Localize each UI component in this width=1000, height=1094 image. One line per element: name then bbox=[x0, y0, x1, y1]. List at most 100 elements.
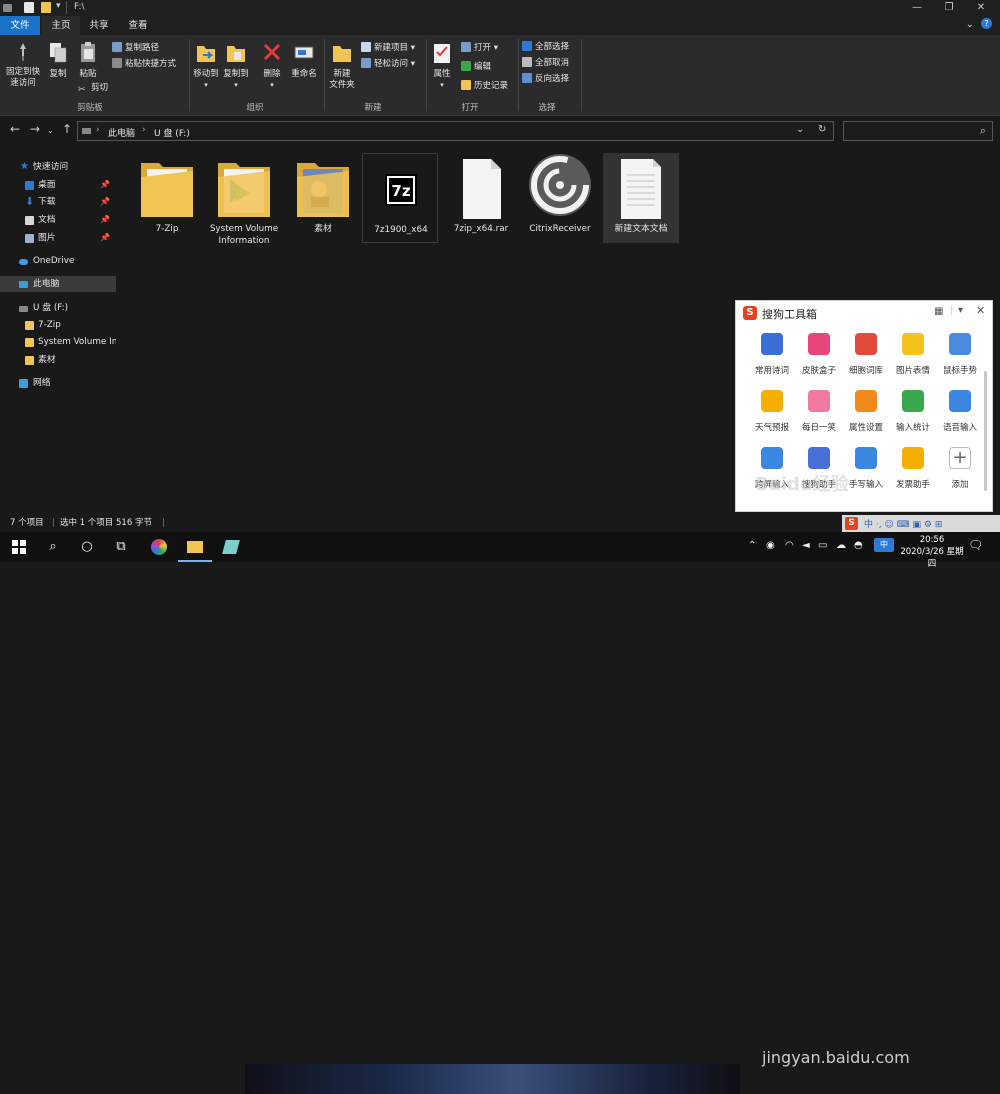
close-button[interactable]: ✕ bbox=[966, 0, 996, 16]
ime-mode-icons[interactable]: 中 ·, ☺ ⌨ ▣ ⚙ ⊞ bbox=[864, 517, 942, 530]
rename-button[interactable]: 重命名 bbox=[288, 39, 320, 80]
tab-home[interactable]: 主页 bbox=[42, 16, 80, 35]
start-button[interactable] bbox=[2, 532, 36, 562]
quick-access-dropdown-icon[interactable]: ▾ bbox=[56, 1, 61, 11]
dropdown-icon[interactable]: ▾ bbox=[958, 305, 963, 316]
invert-selection-button[interactable]: 反向选择 bbox=[522, 73, 569, 85]
sogou-tool-7[interactable]: 属性设置 bbox=[844, 390, 888, 440]
copy-to-button[interactable]: 复制到 ▾ bbox=[221, 39, 251, 91]
select-none-button[interactable]: 全部取消 bbox=[522, 57, 569, 69]
move-to-button[interactable]: 移动到 ▾ bbox=[191, 39, 221, 91]
pin-icon[interactable]: 📌 bbox=[100, 212, 110, 228]
wifi-icon[interactable]: ◠ bbox=[785, 540, 794, 551]
cortana-button[interactable]: ○ bbox=[70, 532, 104, 562]
history-button[interactable]: 历史记录 bbox=[461, 80, 508, 92]
copy-button[interactable]: 复制 bbox=[45, 39, 71, 80]
cut-button[interactable]: ✂ 剪切 bbox=[78, 83, 108, 95]
forward-icon[interactable]: → bbox=[30, 122, 40, 136]
cloud-icon[interactable]: ☁ bbox=[836, 540, 846, 551]
file-item[interactable]: 素材 bbox=[285, 153, 361, 243]
folder-quick-icon[interactable] bbox=[41, 2, 51, 13]
nav-this-pc[interactable]: 此电脑 bbox=[0, 276, 116, 292]
action-center-icon[interactable]: 🗨 bbox=[968, 538, 983, 552]
ime-status-bar[interactable]: S 中 ·, ☺ ⌨ ▣ ⚙ ⊞ bbox=[842, 515, 1000, 532]
sogou-scrollbar[interactable] bbox=[984, 371, 987, 491]
task-view-button[interactable]: ⧉ bbox=[104, 532, 138, 562]
chrome-tray-icon[interactable]: ◉ bbox=[766, 540, 775, 551]
up-icon[interactable]: ↑ bbox=[62, 122, 72, 136]
sogou-tool-2[interactable]: 细胞词库 bbox=[844, 333, 888, 383]
file-item[interactable]: 7-Zip bbox=[129, 153, 205, 243]
easy-access-button[interactable]: 轻松访问 ▾ bbox=[361, 58, 415, 70]
edit-button[interactable]: 编辑 bbox=[461, 61, 491, 73]
help-icon[interactable]: ? bbox=[981, 18, 992, 29]
recent-locations-icon[interactable]: ⌄ bbox=[47, 126, 54, 135]
sogou-tool-8[interactable]: 输入统计 bbox=[891, 390, 935, 440]
new-item-button[interactable]: 新建项目 ▾ bbox=[361, 42, 415, 54]
open-button[interactable]: 打开 ▾ bbox=[461, 42, 498, 54]
grid-view-icon[interactable]: ▦ bbox=[934, 306, 943, 317]
breadcrumb-this-pc[interactable]: 此电脑 bbox=[108, 126, 135, 139]
properties-button[interactable]: 属性 ▾ bbox=[428, 39, 456, 91]
collapse-ribbon-icon[interactable]: ⌄ bbox=[966, 19, 974, 30]
close-icon[interactable]: ✕ bbox=[976, 304, 985, 317]
pin-icon[interactable]: 📌 bbox=[100, 230, 110, 246]
sogou-tool-3[interactable]: 图片表情 bbox=[891, 333, 935, 383]
breadcrumb-usb-drive[interactable]: U 盘 (F:) bbox=[154, 126, 190, 139]
sogou-tool-1[interactable]: 皮肤盒子 bbox=[797, 333, 841, 383]
nav-documents[interactable]: 文档 📌 bbox=[0, 212, 116, 228]
file-item[interactable]: 7z 7z1900_x64 bbox=[362, 153, 438, 243]
nav-network[interactable]: 网络 bbox=[0, 375, 116, 391]
nav-downloads[interactable]: ⬇ 下载 📌 bbox=[0, 194, 116, 210]
properties-quick-icon[interactable] bbox=[24, 2, 34, 13]
sogou-tool-10[interactable]: 跨屏输入 bbox=[750, 447, 794, 497]
sogou-tool-4[interactable]: 鼠标手势 bbox=[938, 333, 982, 383]
clock[interactable]: 20:56 2020/3/26 星期四 bbox=[900, 534, 964, 570]
battery-icon[interactable]: ▭ bbox=[818, 540, 827, 551]
copy-path-button[interactable]: 复制路径 bbox=[112, 42, 159, 54]
address-bar[interactable]: › 此电脑 › U 盘 (F:) ⌄ ↻ bbox=[77, 121, 834, 141]
nav-onedrive[interactable]: OneDrive bbox=[0, 253, 116, 269]
maximize-button[interactable]: ❐ bbox=[934, 0, 964, 16]
file-item[interactable]: 7zip_x64.rar bbox=[443, 153, 519, 243]
tab-view[interactable]: 查看 bbox=[118, 16, 158, 35]
paste-button[interactable]: 粘贴 bbox=[74, 39, 102, 80]
sogou-tool-12[interactable]: 手写输入 bbox=[844, 447, 888, 497]
file-item[interactable]: CitrixReceiver bbox=[522, 153, 598, 243]
sogou-ime-icon[interactable]: S bbox=[845, 517, 858, 530]
security-icon[interactable]: ◓ bbox=[854, 540, 863, 551]
nav-pictures[interactable]: 图片 📌 bbox=[0, 230, 116, 246]
pin-quick-access-button[interactable]: 固定到快 速访问 bbox=[2, 39, 44, 89]
file-item[interactable]: 新建文本文档 bbox=[603, 153, 679, 243]
ime-lang-indicator[interactable]: 中 bbox=[874, 538, 894, 552]
back-icon[interactable]: ← bbox=[10, 122, 20, 136]
volume-icon[interactable]: ◄ bbox=[802, 540, 810, 551]
sogou-tool-14[interactable]: + 添加 bbox=[938, 447, 982, 497]
nav-desktop[interactable]: 桌面 📌 bbox=[0, 177, 116, 193]
sogou-tool-0[interactable]: 常用诗词 bbox=[750, 333, 794, 383]
sogou-tool-11[interactable]: 搜狗助手 bbox=[797, 447, 841, 497]
nav-quick-access[interactable]: ★ 快速访问 bbox=[0, 159, 116, 175]
delete-button[interactable]: 删除 ▾ bbox=[259, 39, 285, 91]
paste-shortcut-button[interactable]: 粘贴快捷方式 bbox=[112, 58, 176, 70]
taskbar-app-note[interactable] bbox=[214, 532, 248, 562]
pin-icon[interactable]: 📌 bbox=[100, 177, 110, 193]
sogou-tool-5[interactable]: 天气预报 bbox=[750, 390, 794, 440]
tray-overflow-icon[interactable]: ⌃ bbox=[748, 540, 756, 551]
nav-folder-svi[interactable]: System Volume In bbox=[0, 334, 116, 350]
search-taskbar-button[interactable]: ⌕ bbox=[36, 532, 70, 562]
file-item[interactable]: System Volume Information bbox=[206, 153, 282, 246]
sogou-tool-13[interactable]: 发票助手 bbox=[891, 447, 935, 497]
select-all-button[interactable]: 全部选择 bbox=[522, 41, 569, 53]
refresh-icon[interactable]: ↻ bbox=[818, 124, 826, 135]
nav-folder-7zip[interactable]: 7-Zip bbox=[0, 317, 116, 333]
taskbar-file-explorer[interactable] bbox=[178, 532, 212, 562]
new-folder-button[interactable]: 新建 文件夹 bbox=[326, 39, 358, 91]
tab-share[interactable]: 共享 bbox=[80, 16, 118, 35]
address-dropdown-icon[interactable]: ⌄ bbox=[796, 124, 804, 135]
sogou-tool-6[interactable]: 每日一笑 bbox=[797, 390, 841, 440]
sogou-tool-9[interactable]: 语音输入 bbox=[938, 390, 982, 440]
search-input[interactable]: ⌕ bbox=[843, 121, 993, 141]
taskbar-app-color[interactable] bbox=[142, 532, 176, 562]
nav-folder-sucai[interactable]: 素材 bbox=[0, 352, 116, 368]
